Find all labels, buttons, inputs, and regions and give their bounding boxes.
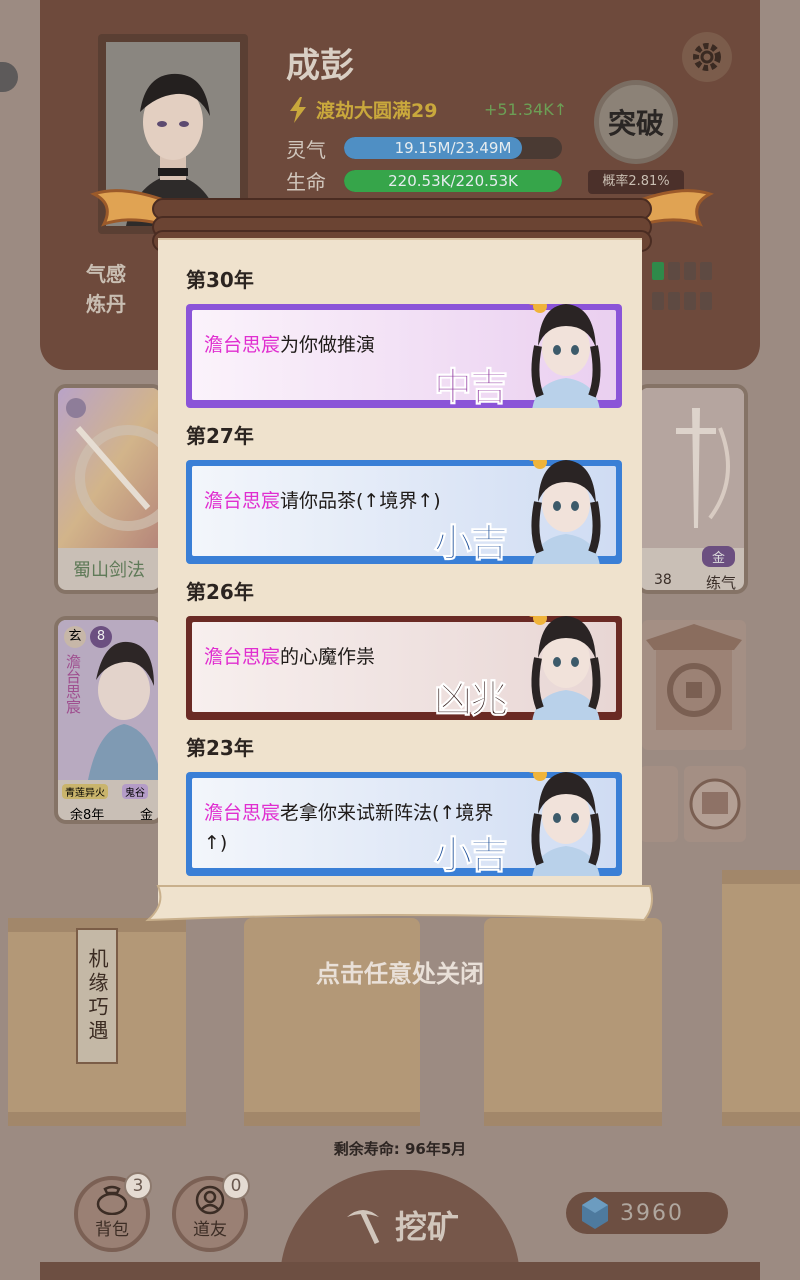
mystery-bag-4[interactable] bbox=[722, 870, 800, 1126]
npc-name: 澹台思宸 bbox=[204, 490, 281, 512]
bag-label: 背包 bbox=[95, 1220, 129, 1240]
sect-building-icon[interactable] bbox=[642, 620, 746, 750]
skill-label-liandan: 炼丹 bbox=[86, 292, 126, 316]
scroll-bottom-curl-icon bbox=[145, 885, 653, 922]
npc-name: 澹台思宸 bbox=[204, 646, 281, 668]
hp-value: 220.53K/220.53K bbox=[388, 172, 518, 190]
side-menu-handle[interactable] bbox=[0, 62, 18, 92]
technique-card-lianqi[interactable]: 金 38 练气 bbox=[636, 384, 748, 594]
lightning-realm-icon bbox=[290, 96, 306, 123]
side-tab[interactable] bbox=[640, 766, 678, 842]
element-chip: 金 bbox=[702, 546, 736, 567]
companion-rank: 玄 bbox=[64, 626, 86, 648]
opportunity-sign: 机缘巧遇 bbox=[76, 928, 118, 1064]
mystery-bag-3[interactable] bbox=[484, 918, 662, 1126]
technique-card-shushan[interactable]: 蜀山剑法 bbox=[54, 384, 164, 594]
event-description: 请你品茶(↑境界↑) bbox=[280, 490, 441, 512]
friend-icon bbox=[195, 1185, 225, 1215]
skill-progress-liandan bbox=[652, 292, 712, 310]
realm-level: 渡劫大圆满29 bbox=[316, 100, 438, 122]
event-entry: 第26年 澹台思宸的心魔作祟 凶兆 bbox=[186, 574, 622, 720]
event-year: 第30年 bbox=[186, 268, 254, 292]
companion-tag: 鬼谷 bbox=[122, 784, 148, 799]
qi-label: 灵气 bbox=[286, 138, 326, 162]
companion-tag: 青莲异火 bbox=[62, 784, 108, 799]
pickaxe-icon bbox=[346, 1210, 380, 1245]
gem-counter[interactable]: 3960 bbox=[566, 1192, 728, 1234]
scroll-icon bbox=[689, 778, 741, 830]
technique-card-caption: 蜀山剑法 bbox=[73, 560, 145, 581]
companion-card[interactable]: 玄 8 澹台思宸 青莲异火 鬼谷 余8年 金 bbox=[54, 616, 164, 824]
fortune-stamp: 小吉 bbox=[433, 832, 508, 877]
event-entry: 第23年 澹台思宸老拿你来试新阵法(↑境界↑) 小吉 bbox=[186, 730, 622, 876]
bag-count-badge: 3 bbox=[124, 1172, 152, 1200]
event-description: 的心魔作祟 bbox=[280, 646, 376, 668]
event-card[interactable]: 澹台思宸请你品茶(↑境界↑) 小吉 bbox=[186, 460, 622, 564]
technique-name: 练气 bbox=[706, 574, 737, 592]
companion-element: 金 bbox=[140, 808, 154, 823]
sword-art-icon bbox=[58, 388, 160, 548]
event-description: 为你做推演 bbox=[280, 334, 376, 356]
event-log-list[interactable]: 第30年 澹台思宸为你做推演 中吉 第27年 澹台思宸请你品茶(↑境界↑) 小吉 bbox=[186, 252, 622, 886]
npc-portrait-icon bbox=[529, 460, 601, 564]
npc-portrait-icon bbox=[529, 616, 601, 720]
companion-remaining: 余8年 bbox=[70, 808, 105, 823]
event-year: 第23年 bbox=[186, 736, 254, 760]
event-year: 第27年 bbox=[186, 424, 254, 448]
mystery-bag-2[interactable] bbox=[244, 918, 420, 1126]
fortune-stamp: 小吉 bbox=[433, 520, 508, 565]
technique-level: 38 bbox=[654, 572, 672, 588]
fortune-stamp: 中吉 bbox=[433, 364, 508, 409]
qi-value: 19.15M/23.49M bbox=[394, 139, 512, 157]
gem-count: 3960 bbox=[620, 1200, 684, 1226]
realm-row: 渡劫大圆满29 bbox=[286, 96, 437, 123]
breakthrough-button[interactable]: 突破 bbox=[594, 80, 678, 164]
crystal-gem-icon bbox=[582, 1197, 608, 1229]
settings-button[interactable] bbox=[682, 32, 732, 82]
friends-label: 道友 bbox=[193, 1220, 227, 1240]
npc-name: 澹台思宸 bbox=[204, 334, 281, 356]
event-card[interactable]: 澹台思宸的心魔作祟 凶兆 bbox=[186, 616, 622, 720]
close-hint[interactable]: 点击任意处关闭 bbox=[0, 954, 800, 989]
companion-level: 8 bbox=[90, 626, 112, 648]
skill-progress-qigan bbox=[652, 262, 712, 280]
event-entry: 第30年 澹台思宸为你做推演 中吉 bbox=[186, 262, 622, 408]
friends-button[interactable]: 道友 0 bbox=[172, 1172, 250, 1252]
event-entry: 第27年 澹台思宸请你品茶(↑境界↑) 小吉 bbox=[186, 418, 622, 564]
npc-portrait-icon bbox=[529, 304, 601, 408]
remaining-lifespan: 剩余寿命: 96年5月 bbox=[333, 1140, 467, 1158]
npc-portrait-icon bbox=[529, 772, 601, 876]
event-card[interactable]: 澹台思宸老拿你来试新阵法(↑境界↑) 小吉 bbox=[186, 772, 622, 876]
qi-bar: 19.15M/23.49M bbox=[344, 137, 562, 159]
npc-name: 澹台思宸 bbox=[204, 802, 281, 824]
gear-icon bbox=[693, 43, 721, 71]
cultivation-rate: +51.34K↑ bbox=[484, 100, 568, 119]
event-card[interactable]: 澹台思宸为你做推演 中吉 bbox=[186, 304, 622, 408]
hp-label: 生命 bbox=[286, 170, 326, 194]
companion-name: 澹台思宸 bbox=[64, 654, 82, 714]
bag-button[interactable]: 背包 3 bbox=[74, 1172, 152, 1252]
friends-count-badge: 0 bbox=[222, 1172, 250, 1200]
fortune-stamp: 凶兆 bbox=[433, 676, 508, 721]
hp-bar: 220.53K/220.53K bbox=[344, 170, 562, 192]
bottom-bar bbox=[40, 1262, 760, 1280]
mine-label: 挖矿 bbox=[394, 1208, 459, 1246]
skill-label-qigan: 气感 bbox=[86, 262, 126, 286]
sword-icon bbox=[640, 388, 744, 548]
player-name: 成彭 bbox=[286, 46, 354, 86]
map-scroll-button[interactable] bbox=[684, 766, 746, 842]
event-year: 第26年 bbox=[186, 580, 254, 604]
